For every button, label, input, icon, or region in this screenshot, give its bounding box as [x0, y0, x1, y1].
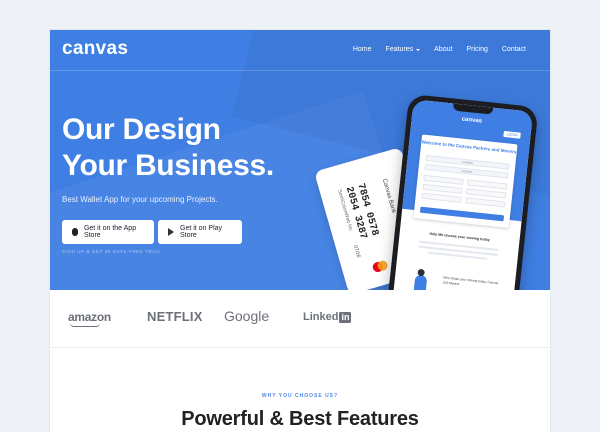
nav-item-home[interactable]: Home	[353, 46, 372, 53]
apple-icon	[72, 228, 78, 236]
amazon-logo-text: amazon	[68, 310, 111, 324]
card-expiry: 07/16	[352, 244, 362, 259]
chevron-down-icon	[416, 48, 421, 51]
nav-item-about[interactable]: About	[434, 46, 452, 53]
linkedin-box-icon: in	[339, 311, 352, 323]
trial-note: Sign up & get 30 days free trial	[62, 249, 161, 254]
hero-headline: Our Design Your Business.	[62, 112, 274, 184]
nav-item-label: Features	[385, 46, 414, 53]
netflix-logo: NETFLIX	[147, 309, 203, 324]
play-store-button[interactable]: Get it on Play Store	[158, 220, 242, 244]
hero-headline-line: Our Design	[62, 113, 221, 146]
phone-mockup: canvas LOGIN Welcome to the Canvas Packe…	[385, 93, 539, 290]
hero-section: canvas Home Features About Pricing Conta…	[50, 30, 550, 290]
nav-item-label: Home	[352, 46, 372, 53]
phone-side-text: Who chose your moving today. Canvas 100 …	[442, 275, 499, 286]
hero-headline-line: Your Business.	[62, 149, 274, 182]
phone-form-card: Welcome to the Canvas Packers and Movers…	[413, 134, 518, 228]
page-frame: canvas Home Features About Pricing Conta…	[50, 30, 550, 432]
google-logo: Google	[224, 308, 270, 324]
mastercard-icon	[371, 259, 389, 274]
phone-screen: canvas LOGIN Welcome to the Canvas Packe…	[390, 99, 534, 290]
nav-item-label: About	[434, 46, 453, 53]
linkedin-logo: Linked in	[303, 311, 352, 323]
amazon-logo: amazon	[68, 310, 111, 327]
features-title: Powerful & Best Features	[181, 408, 419, 430]
phone-option-cell	[466, 188, 507, 199]
main-nav: Home Features About Pricing Contact	[353, 46, 526, 53]
app-store-label: Get it on the App Store	[83, 225, 137, 239]
brand-logo[interactable]: canvas	[62, 38, 128, 60]
person-illustration	[407, 268, 436, 290]
phone-option-cell	[467, 179, 508, 190]
linkedin-logo-text: Linked	[303, 311, 339, 323]
nav-item-label: Pricing	[466, 46, 488, 53]
card-bank-name: Canvas Bank	[380, 178, 397, 215]
play-store-icon	[168, 228, 174, 236]
nav-item-pricing[interactable]: Pricing	[466, 46, 487, 53]
header-divider	[50, 70, 550, 71]
nav-item-contact[interactable]: Contact	[502, 46, 526, 53]
client-logos: amazon NETFLIX Google Linked in	[50, 290, 550, 348]
amazon-smile-icon	[70, 323, 100, 327]
play-store-label: Get it on Play Store	[180, 225, 223, 239]
nav-item-label: Contact	[501, 46, 526, 53]
nav-item-features[interactable]: Features	[386, 46, 421, 53]
features-eyebrow: WHY YOU CHOOSE US?	[261, 393, 339, 399]
phone-option-cell	[465, 197, 506, 208]
phone-submit-button	[419, 206, 505, 222]
phone-option-cell	[421, 192, 462, 203]
hero-tagline: Best Wallet App for your upcoming Projec…	[62, 195, 218, 204]
app-store-button[interactable]: Get it on the App Store	[62, 220, 154, 244]
